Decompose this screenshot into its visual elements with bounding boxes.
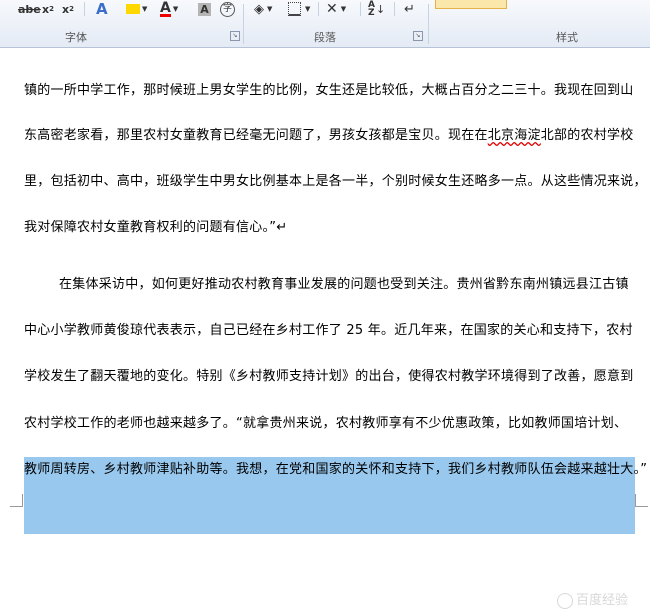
chevron-down-icon: ▼ [340, 5, 347, 13]
superscript-button[interactable]: x2 [62, 0, 74, 18]
enclose-char-button[interactable]: 字 [220, 0, 235, 18]
margin-corner-mark-right [635, 494, 648, 507]
doc-line[interactable]: 中心小学教师黄俊琼代表表示，自己已经在乡村工作了 25 年。近几年来，在国家的关… [24, 319, 633, 338]
styles-gallery[interactable] [435, 0, 650, 9]
separator [394, 2, 395, 16]
paint-bucket-icon: ◈ [254, 1, 264, 17]
sort-button[interactable]: AZ ↓ [368, 0, 385, 18]
shading-button[interactable]: ◈ ▼ [254, 0, 272, 18]
strikethrough-button[interactable]: abe [18, 0, 41, 18]
separator [360, 2, 361, 16]
separator [243, 4, 244, 44]
highlight-color-button[interactable]: ▼ [126, 0, 147, 18]
watermark: 百度经验 [556, 589, 628, 609]
separator [428, 4, 429, 44]
doc-line[interactable]: 里，包括初中、高中，班级学生中男女比例基本上是各一半，个别时候女生还略多一点。从… [24, 170, 647, 189]
ribbon: abe x2 x2 A ▼ A ▼ A 字 字体 ↘ ◈ ▼ ▼ ✕ ▼ AZ … [0, 0, 650, 48]
doc-line[interactable]: 在集体采访中，如何更好推动农村教育事业发展的问题也受到关注。贵州省黔东南州镇远县… [59, 273, 629, 292]
font-group-label: 字体 [65, 32, 87, 44]
paragraph-group-label: 段落 [314, 32, 336, 44]
paragraph-dialog-launcher-icon[interactable]: ↘ [413, 31, 423, 41]
char-shading-button[interactable]: A [198, 0, 211, 18]
styles-group-label: 样式 [556, 32, 578, 44]
chinese-layout-icon: ✕ [326, 1, 338, 17]
text-effects-button[interactable]: A [96, 0, 108, 18]
chevron-down-icon: ▼ [305, 5, 311, 13]
chevron-down-icon: ▼ [267, 5, 273, 13]
highlighter-icon [126, 4, 140, 14]
separator [318, 2, 319, 16]
margin-corner-mark-left [10, 494, 23, 507]
style-heading-1[interactable] [595, 0, 635, 8]
style-no-spacing[interactable] [525, 0, 565, 8]
separator [84, 2, 85, 16]
doc-line-selected[interactable]: 教师周转房、乡村教师津贴补助等。我想，在党和国家的关怀和支持下，我们乡村教师队伍… [24, 458, 647, 477]
enclose-char-icon: 字 [220, 1, 235, 17]
arrow-down-icon: ↓ [375, 2, 386, 16]
doc-line[interactable]: 东高密老家看，那里农村女童教育已经毫无问题了，男孩女孩都是宝贝。现在在北京海淀北… [24, 124, 634, 143]
sort-az-icon: AZ [368, 0, 375, 18]
borders-button[interactable]: ▼ [288, 0, 310, 18]
doc-line[interactable]: 镇的一所中学工作，那时候班上男女学生的比例，女生还是比较低，大概占百分之二三十。… [24, 79, 634, 98]
font-dialog-launcher-icon[interactable]: ↘ [230, 31, 240, 41]
watermark-logo-icon [556, 592, 573, 609]
spellcheck-word: 北京海淀 [487, 128, 541, 143]
font-color-icon: A [160, 0, 171, 17]
document-page[interactable]: 镇的一所中学工作，那时候班上男女学生的比例，女生还是比较低，大概占百分之二三十。… [0, 48, 650, 609]
show-marks-button[interactable]: ↵ [404, 0, 415, 18]
subscript-button[interactable]: x2 [42, 0, 54, 18]
chinese-layout-button[interactable]: ✕ ▼ [326, 0, 346, 18]
chevron-down-icon: ▼ [142, 5, 148, 13]
font-color-button[interactable]: A ▼ [160, 0, 178, 18]
char-shading-icon: A [198, 2, 211, 16]
doc-line[interactable]: 农村学校工作的老师也越来越多了。“就拿贵州来说，农村教师享有不少优惠政策，比如教… [24, 412, 627, 431]
doc-line[interactable]: 我对保障农村女童教育权利的问题有信心。”↵ [24, 216, 287, 235]
doc-line[interactable]: 学校发生了翻天覆地的变化。特别《乡村教师支持计划》的出台，使得农村教学环境得到了… [24, 365, 634, 384]
borders-icon [288, 2, 301, 16]
style-normal[interactable] [435, 0, 507, 9]
chevron-down-icon: ▼ [172, 5, 179, 13]
